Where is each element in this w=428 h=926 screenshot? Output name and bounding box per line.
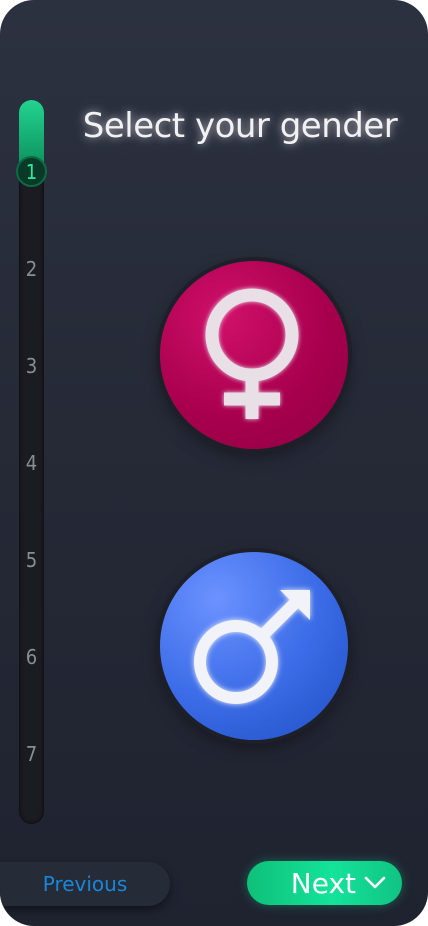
previous-button[interactable]: Previous	[0, 862, 170, 906]
chevron-down-icon	[364, 876, 386, 889]
step-3[interactable]: 3	[19, 354, 44, 378]
step-4[interactable]: 4	[19, 451, 44, 475]
step-5[interactable]: 5	[19, 548, 44, 572]
next-button[interactable]: Next	[247, 861, 402, 905]
step-7[interactable]: 7	[19, 742, 44, 766]
male-symbol-icon	[194, 590, 310, 704]
previous-button-container: Previous	[0, 844, 184, 926]
male-option-button[interactable]	[160, 552, 348, 740]
step-2[interactable]: 2	[19, 257, 44, 281]
previous-label: Previous	[42, 872, 128, 896]
female-option-button[interactable]	[160, 261, 348, 449]
step-number: 1	[25, 159, 38, 184]
page-title: Select your gender	[82, 106, 398, 146]
progress-stepper: 1 2 3 4 5 6 7	[16, 100, 47, 824]
onboarding-screen: Select your gender 1 2 3 4 5 6 7 Previou…	[0, 0, 428, 926]
female-symbol-icon	[205, 288, 299, 419]
step-1-indicator[interactable]: 1	[16, 156, 47, 187]
step-6[interactable]: 6	[19, 645, 44, 669]
next-label: Next	[290, 866, 356, 900]
